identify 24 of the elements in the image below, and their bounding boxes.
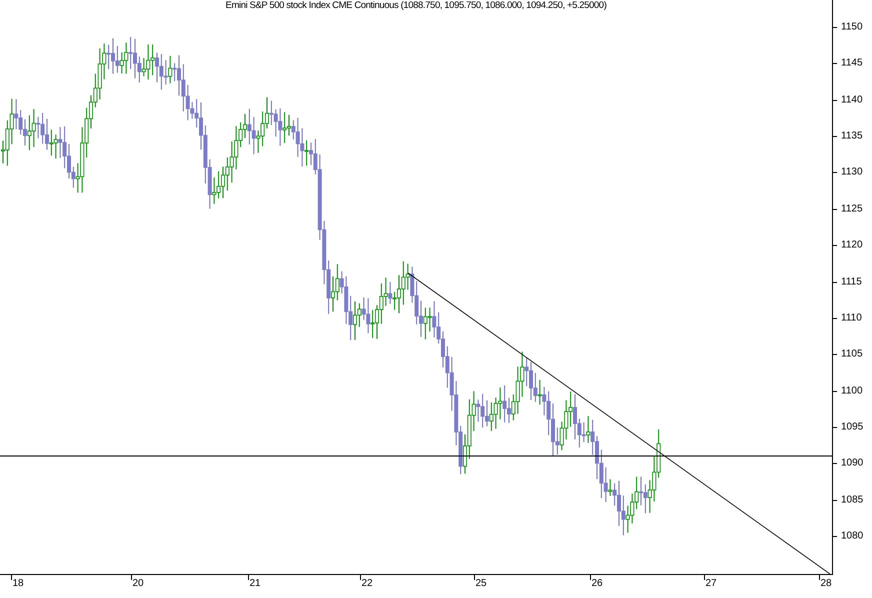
y-axis-label: 1115 [841,276,862,287]
y-axis-label: 1105 [841,348,863,360]
x-axis-label: 20 [132,578,144,589]
y-axis-label: 1145 [841,58,863,69]
x-axis-label: 22 [361,578,373,589]
y-axis-label: 1150 [841,22,863,32]
y-axis-label: 1095 [841,421,864,432]
y-axis-label: 1100 [841,385,863,396]
y-axis-label: 1130 [841,166,863,178]
x-axis-label: 28 [820,578,832,589]
y-axis-label: 1140 [841,94,863,106]
x-axis-label: 25 [475,578,487,589]
x-axis-label: 18 [12,578,24,589]
y-axis-label: 1085 [841,494,864,506]
x-axis-label: 21 [249,578,261,589]
chart-title: Emini S&P 500 stock Index CME Continuous (1088.750, 1095.750, 1086.000, 1094.250, +5.25000) [224,0,608,11]
y-axis-label: 1080 [841,530,864,542]
y-axis-label: 1120 [841,240,863,251]
y-axis-label: 1110 [841,312,862,324]
x-axis-label: 26 [591,578,603,589]
y-axis-label: 1135 [841,130,863,142]
x-axis-label: 27 [705,578,717,589]
y-axis-label: 1125 [841,203,863,214]
y-axis-label: 1090 [841,458,864,469]
